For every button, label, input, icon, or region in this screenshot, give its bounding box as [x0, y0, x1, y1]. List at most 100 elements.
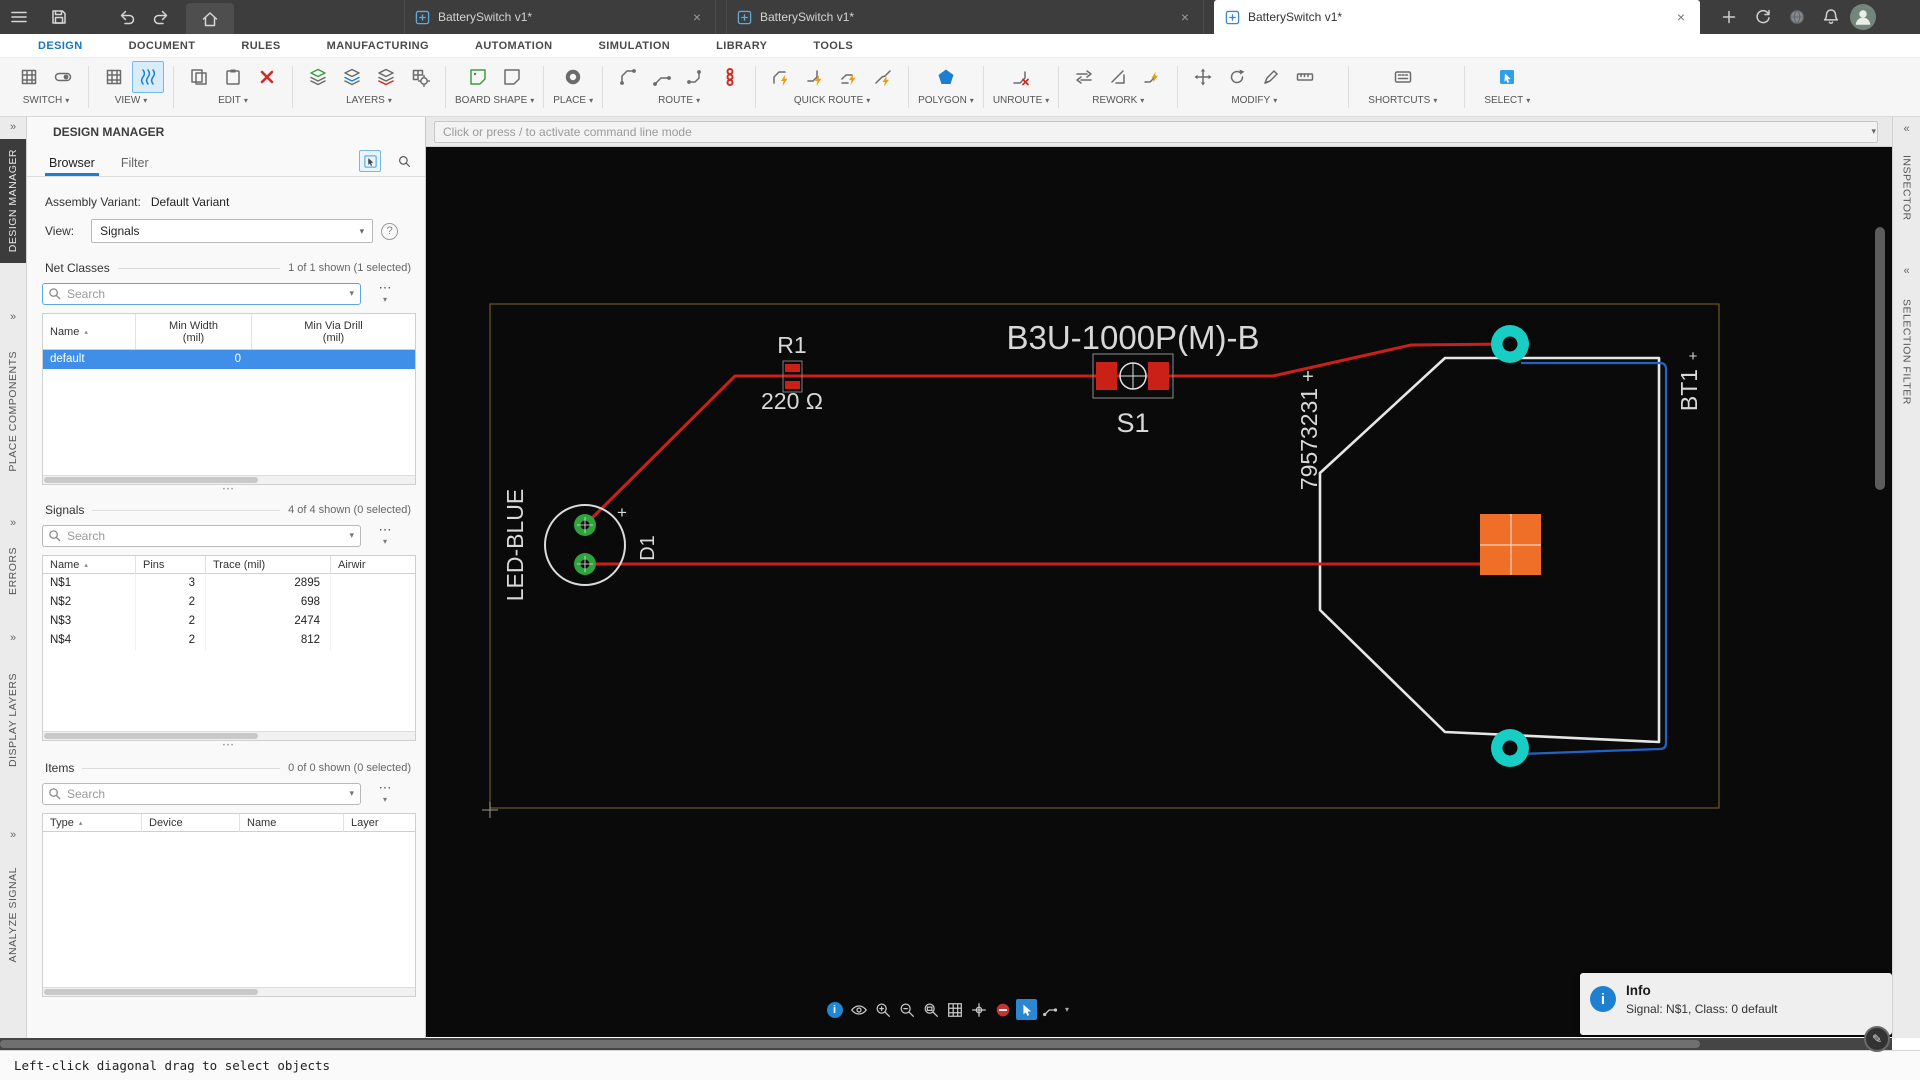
- scrollbar-thumb[interactable]: [44, 477, 258, 483]
- grid-icon[interactable]: [944, 999, 965, 1020]
- ribbon-label-layers[interactable]: LAYERS: [346, 95, 392, 106]
- outline-trace-blue[interactable]: [1520, 361, 1668, 756]
- menu-manufacturing[interactable]: MANUFACTURING: [327, 40, 429, 52]
- layers-middle-icon[interactable]: [336, 61, 368, 93]
- redo-icon[interactable]: [146, 5, 176, 29]
- column-header-min-width[interactable]: Min Width (mil): [136, 314, 252, 349]
- layers-bottom-icon[interactable]: [370, 61, 402, 93]
- menu-design[interactable]: DESIGN: [38, 40, 83, 52]
- expand-panel-icon[interactable]: [1893, 123, 1920, 135]
- menu-simulation[interactable]: SIMULATION: [599, 40, 671, 52]
- column-header-name[interactable]: Name: [43, 314, 136, 349]
- section-resize-handle[interactable]: [42, 485, 416, 495]
- view-signals-icon[interactable]: [132, 61, 164, 93]
- undo-icon[interactable]: [112, 5, 142, 29]
- user-avatar[interactable]: [1850, 4, 1876, 30]
- new-tab-icon[interactable]: [1714, 5, 1744, 29]
- dock-errors[interactable]: ERRORS: [0, 547, 26, 595]
- component-s1[interactable]: [1092, 353, 1174, 399]
- trace-style-icon[interactable]: [1040, 999, 1061, 1020]
- section-resize-handle[interactable]: [42, 741, 416, 751]
- select-icon[interactable]: [1491, 61, 1523, 93]
- menu-library[interactable]: LIBRARY: [716, 40, 767, 52]
- menu-rules[interactable]: RULES: [241, 40, 280, 52]
- unroute-icon[interactable]: [1005, 61, 1037, 93]
- ribbon-label-edit[interactable]: EDIT: [218, 95, 248, 106]
- column-header-trace[interactable]: Trace (mil): [206, 556, 331, 574]
- edit-geometry-icon[interactable]: [1255, 61, 1287, 93]
- app-menu-icon[interactable]: [4, 5, 34, 29]
- route-vias-icon[interactable]: [714, 61, 746, 93]
- table-row-signal[interactable]: N$1 3 2895: [43, 574, 415, 593]
- column-header-pins[interactable]: Pins: [136, 556, 206, 574]
- scrollbar-thumb[interactable]: [0, 1040, 1700, 1048]
- dock-place-components[interactable]: PLACE COMPONENTS: [0, 351, 26, 472]
- tab-filter[interactable]: Filter: [117, 156, 153, 176]
- search-dropdown-icon[interactable]: [349, 788, 354, 799]
- quickroute-settings-icon[interactable]: [867, 61, 899, 93]
- stop-icon[interactable]: [992, 999, 1013, 1020]
- chevron-down-icon[interactable]: [1065, 1005, 1069, 1014]
- zoom-out-icon[interactable]: [896, 999, 917, 1020]
- close-icon[interactable]: [1177, 9, 1193, 25]
- expand-panel-icon[interactable]: [1893, 265, 1920, 277]
- document-tab-2[interactable]: BatterySwitch v1*: [726, 0, 1204, 34]
- table-row-signal[interactable]: N$4 2 812: [43, 631, 415, 650]
- rework-change-icon[interactable]: [1102, 61, 1134, 93]
- search-dropdown-icon[interactable]: [349, 530, 354, 541]
- pad-orange-square[interactable]: [1480, 514, 1541, 575]
- expand-panel-icon[interactable]: [0, 632, 26, 644]
- pcb-canvas[interactable]: B3U-1000P(M)-B R1 220 Ω S1 LED-BLUE D1 +…: [426, 147, 1892, 1037]
- layers-top-icon[interactable]: [302, 61, 334, 93]
- expand-panel-icon[interactable]: [0, 829, 26, 841]
- tab-browser[interactable]: Browser: [45, 156, 99, 176]
- rework-auto-icon[interactable]: [1136, 61, 1168, 93]
- table-row-default[interactable]: default 0: [43, 350, 415, 369]
- items-menu[interactable]: [375, 783, 395, 804]
- switch-toggle-icon[interactable]: [47, 61, 79, 93]
- component-d1-led[interactable]: [544, 504, 626, 586]
- select-cursor-icon[interactable]: [1016, 999, 1037, 1020]
- move-icon[interactable]: [1187, 61, 1219, 93]
- expand-panel-icon[interactable]: [0, 121, 26, 133]
- via-icon[interactable]: [557, 61, 589, 93]
- quickroute-icon[interactable]: [765, 61, 797, 93]
- ribbon-label-modify[interactable]: MODIFY: [1231, 95, 1277, 106]
- column-header-device[interactable]: Device: [142, 814, 240, 832]
- rotate-icon[interactable]: [1221, 61, 1253, 93]
- expand-panel-icon[interactable]: [0, 311, 26, 323]
- dock-display-layers[interactable]: DISPLAY LAYERS: [0, 673, 26, 767]
- shortcuts-icon[interactable]: [1387, 61, 1419, 93]
- paste-icon[interactable]: [217, 61, 249, 93]
- dock-selection-filter[interactable]: SELECTION FILTER: [1893, 299, 1920, 405]
- ribbon-label-quick-route[interactable]: QUICK ROUTE: [794, 95, 870, 106]
- close-icon[interactable]: [689, 9, 705, 25]
- net-classes-menu[interactable]: [375, 283, 395, 304]
- search-dropdown-icon[interactable]: [349, 288, 354, 299]
- rework-swap-icon[interactable]: [1068, 61, 1100, 93]
- ribbon-label-switch[interactable]: SWITCH: [23, 95, 69, 106]
- column-header-name[interactable]: Name: [240, 814, 344, 832]
- scrollbar-thumb[interactable]: [44, 733, 258, 739]
- ribbon-label-route[interactable]: ROUTE: [658, 95, 700, 106]
- column-header-name[interactable]: Name: [43, 556, 136, 574]
- route-walkaround-icon[interactable]: [646, 61, 678, 93]
- ribbon-label-board-shape[interactable]: BOARD SHAPE: [455, 95, 534, 106]
- align-icon[interactable]: [1289, 61, 1321, 93]
- column-header-min-via-drill[interactable]: Min Via Drill (mil): [252, 314, 415, 349]
- ribbon-label-view[interactable]: VIEW: [115, 95, 148, 106]
- save-icon[interactable]: [44, 5, 74, 29]
- route-manual-icon[interactable]: [612, 61, 644, 93]
- pad-bt1-top[interactable]: [1491, 325, 1529, 363]
- sync-icon[interactable]: [1748, 5, 1778, 29]
- items-search-input[interactable]: [42, 783, 361, 805]
- view-grid-icon[interactable]: [98, 61, 130, 93]
- column-header-airwire[interactable]: Airwir: [331, 556, 415, 574]
- home-tab[interactable]: [186, 3, 234, 34]
- net-classes-search-input[interactable]: [42, 283, 361, 305]
- scrollbar-thumb[interactable]: [44, 989, 258, 995]
- view-select[interactable]: Signals: [91, 219, 374, 243]
- route-push-icon[interactable]: [680, 61, 712, 93]
- command-line-dropdown-icon[interactable]: [1871, 126, 1876, 137]
- menu-automation[interactable]: AUTOMATION: [475, 40, 553, 52]
